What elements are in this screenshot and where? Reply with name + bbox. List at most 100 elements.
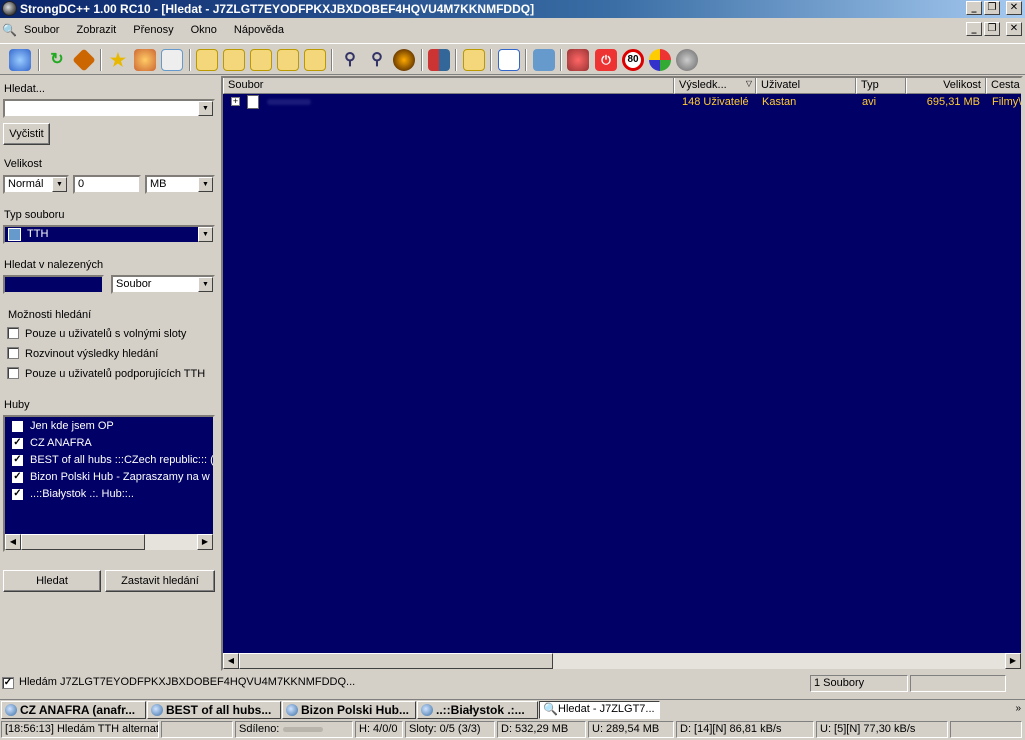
menu-prenosy[interactable]: Přenosy	[133, 24, 173, 36]
search-window-icon[interactable]: 🔍	[2, 23, 17, 37]
status-uploaded: U: 289,54 MB	[588, 721, 674, 738]
hubs-scrollbar[interactable]: ◀ ▶	[5, 534, 213, 550]
column-type[interactable]: Typ	[856, 78, 906, 94]
status-resize-grip[interactable]	[950, 721, 1022, 738]
limiter-icon[interactable]: 80	[622, 49, 644, 71]
checkbox[interactable]	[12, 421, 23, 432]
tabs-overflow-icon[interactable]: »	[1015, 703, 1021, 714]
ip-update-icon[interactable]	[649, 49, 671, 71]
search-spy-icon[interactable]	[393, 49, 415, 71]
filetype-select[interactable]: TTH ▼	[3, 225, 215, 244]
tab-cz-anafra[interactable]: CZ ANAFRA (anafr...	[1, 701, 146, 719]
size-mode-select[interactable]: Normál ▼	[3, 175, 69, 194]
public-hubs-icon[interactable]	[9, 49, 31, 71]
results-list[interactable]: Soubor Výsledk... ▽ Uživatel Typ Velikost…	[221, 76, 1023, 671]
tab-best-of-all-hubs[interactable]: BEST of all hubs...	[147, 701, 281, 719]
favorite-hubs-icon[interactable]: ★	[107, 49, 129, 71]
scroll-right-icon[interactable]: ▶	[1005, 653, 1021, 669]
filter-column-select[interactable]: Soubor ▼	[111, 275, 215, 294]
finished-downloads-icon[interactable]	[223, 49, 245, 71]
scroll-left-icon[interactable]: ◀	[223, 653, 239, 669]
stop-search-button[interactable]: Zastavit hledání	[105, 570, 215, 592]
close-button[interactable]: ✕	[1006, 1, 1022, 15]
finished-uploads-icon[interactable]	[277, 49, 299, 71]
toolbar: ↻ ★ ⚲ ⚲ ⏻ 80	[0, 43, 1025, 75]
column-hits[interactable]: Výsledk... ▽	[674, 78, 756, 94]
status-upload-speed: U: [5][N] 77,30 kB/s	[816, 721, 948, 738]
follow-redirect-icon[interactable]	[72, 48, 96, 72]
hub-icon	[286, 704, 298, 716]
results-scrollbar[interactable]: ◀ ▶	[223, 653, 1021, 669]
sort-arrow-icon: ▽	[745, 79, 752, 88]
filter-input[interactable]	[3, 275, 104, 294]
checkbox[interactable]	[7, 367, 19, 379]
restore-button[interactable]: ❐	[984, 1, 1000, 15]
result-count: 1 Soubory	[810, 675, 908, 692]
minimize-button[interactable]: _	[966, 1, 982, 15]
checkbox-checked[interactable]: ✓	[12, 472, 23, 483]
mdi-minimize-button[interactable]: _	[966, 22, 982, 36]
chevron-down-icon[interactable]: ▼	[198, 101, 213, 116]
scroll-thumb[interactable]	[21, 534, 145, 550]
upload-queue-icon[interactable]	[250, 49, 272, 71]
show-ui-checkbox[interactable]: ✓	[2, 677, 14, 689]
status-cell-empty	[910, 675, 1006, 692]
search-button[interactable]: Hledat	[3, 570, 101, 592]
favorite-users-icon[interactable]	[134, 49, 156, 71]
mdi-close-button[interactable]: ✕	[1006, 22, 1022, 36]
scroll-thumb[interactable]	[239, 653, 553, 669]
column-path[interactable]: Cesta	[986, 78, 1021, 94]
chevron-down-icon[interactable]: ▼	[198, 177, 213, 192]
waiting-users-icon[interactable]	[304, 49, 326, 71]
checkbox-checked[interactable]: ✓	[12, 438, 23, 449]
column-size[interactable]: Velikost	[906, 78, 986, 94]
status-bar: [18:56:13] Hledám TTH alternati Sdíleno:…	[0, 720, 1025, 740]
scroll-right-icon[interactable]: ▶	[197, 534, 213, 550]
checkbox-checked[interactable]: ✓	[12, 489, 23, 500]
chevron-down-icon[interactable]: ▼	[198, 277, 213, 292]
chevron-down-icon[interactable]: ▼	[52, 177, 67, 192]
adl-search-icon[interactable]: ⚲	[366, 49, 388, 71]
app-icon[interactable]	[2, 1, 17, 16]
search-icon[interactable]: ⚲	[339, 49, 361, 71]
result-hits: 148 Uživatelé	[682, 96, 749, 108]
search-label: Hledat...	[4, 83, 45, 95]
column-user[interactable]: Uživatel	[756, 78, 856, 94]
filter-label: Hledat v nalezených	[4, 259, 104, 271]
status-log: [18:56:13] Hledám TTH alternati	[1, 721, 159, 738]
expand-icon[interactable]: +	[231, 97, 240, 106]
shutdown-icon[interactable]: ⏻	[595, 49, 617, 71]
notepad-icon[interactable]	[533, 49, 555, 71]
menu-napoveda[interactable]: Nápověda	[234, 24, 284, 36]
settings-icon[interactable]	[498, 49, 520, 71]
menu-soubor[interactable]: Soubor	[24, 24, 59, 36]
recent-hubs-icon[interactable]	[161, 49, 183, 71]
away-icon[interactable]	[567, 49, 589, 71]
tab-search[interactable]: 🔍 Hledat - J7ZLGT7...	[539, 701, 660, 719]
hubs-list[interactable]: Jen kde jsem OP ✓ CZ ANAFRA ✓ BEST of all …	[3, 415, 215, 552]
size-label: Velikost	[4, 158, 42, 170]
result-row[interactable]: + 148 Uživatelé Kastan avi 695,31 MB Fil…	[223, 95, 1021, 111]
menu-okno[interactable]: Okno	[191, 24, 217, 36]
scroll-left-icon[interactable]: ◀	[5, 534, 21, 550]
chevron-down-icon[interactable]: ▼	[198, 227, 213, 242]
size-input[interactable]: 0	[73, 175, 141, 194]
open-file-list-icon[interactable]	[463, 49, 485, 71]
hub-icon	[151, 704, 163, 716]
checkbox[interactable]	[7, 327, 19, 339]
download-queue-icon[interactable]	[196, 49, 218, 71]
tab-bizon-polski-hub[interactable]: Bizon Polski Hub...	[282, 701, 416, 719]
search-input[interactable]: ▼	[3, 99, 215, 118]
mdi-restore-button[interactable]: ❐	[984, 22, 1000, 36]
checkbox-checked[interactable]: ✓	[12, 455, 23, 466]
cdm-debug-icon[interactable]	[676, 49, 698, 71]
network-stats-icon[interactable]	[428, 49, 450, 71]
size-unit-select[interactable]: MB ▼	[145, 175, 215, 194]
column-file[interactable]: Soubor	[223, 78, 674, 94]
tab-bialystok[interactable]: ..::Białystok .:...	[417, 701, 538, 719]
reconnect-icon[interactable]: ↻	[46, 49, 68, 71]
options-label: Možnosti hledání	[8, 309, 92, 321]
clear-button[interactable]: Vyčistit	[3, 123, 50, 145]
menu-zobrazit[interactable]: Zobrazit	[76, 24, 116, 36]
checkbox[interactable]	[7, 347, 19, 359]
